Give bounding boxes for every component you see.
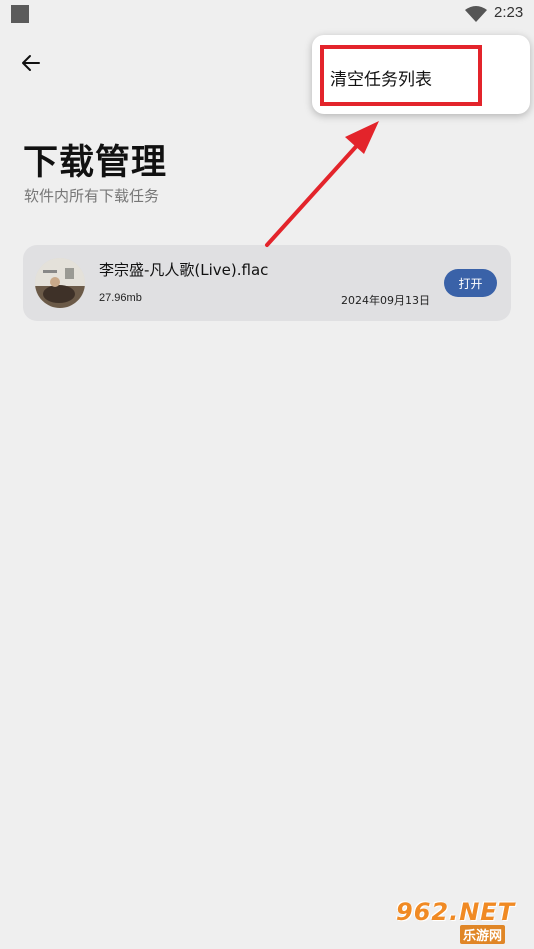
page-title: 下载管理 <box>23 143 168 183</box>
status-bar: 2:23 <box>0 0 534 28</box>
back-button[interactable] <box>16 48 46 78</box>
task-date: 2024年09月13日 <box>341 294 430 307</box>
back-arrow-icon <box>22 55 40 71</box>
task-file-size: 27.96mb <box>99 292 142 304</box>
overflow-menu: 清空任务列表 <box>312 35 530 114</box>
download-task-card[interactable]: 李宗盛-凡人歌(Live).flac 27.96mb 2024年09月13日 打… <box>23 245 511 321</box>
task-file-name: 李宗盛-凡人歌(Live).flac <box>99 261 269 279</box>
watermark-sub-text: 乐游网 <box>460 925 506 944</box>
watermark-logo-text: 962.NET <box>396 898 516 926</box>
wifi-icon <box>465 6 487 22</box>
notification-square-icon <box>11 5 29 23</box>
album-cover-image <box>35 258 85 308</box>
page-subtitle: 软件内所有下载任务 <box>24 187 160 205</box>
clear-task-list-menu-item[interactable]: 清空任务列表 <box>312 35 530 114</box>
menu-item-label: 清空任务列表 <box>330 70 432 90</box>
status-time: 2:23 <box>494 4 524 21</box>
watermark-logo: 962.NET 乐游网 <box>396 898 528 944</box>
open-button[interactable]: 打开 <box>444 269 497 297</box>
